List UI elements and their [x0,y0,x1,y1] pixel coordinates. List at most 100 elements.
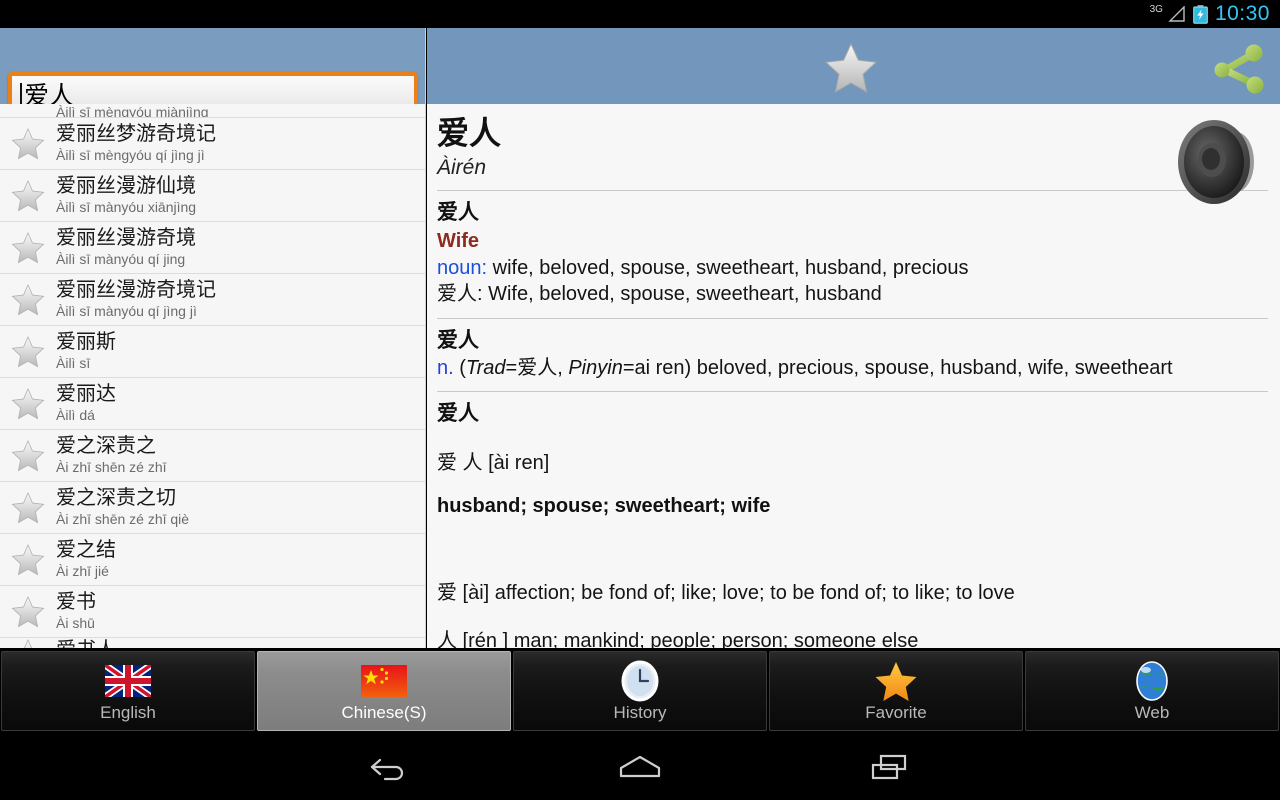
list-item-hanzi: 爱丽达 [56,382,116,405]
list-item-hanzi: 爱之深责之切 [56,486,176,509]
divider [437,318,1268,320]
tab-favorite[interactable]: Favorite [769,651,1023,731]
favorite-star-icon[interactable] [0,335,56,368]
list-item[interactable]: 爱书 Ài shū [0,586,425,638]
tab-label: Chinese(S) [341,703,427,722]
status-bar: 3G 10:30 [0,0,1280,28]
list-item-text: 爱之深责之 Ài zhī shēn zé zhī [56,435,167,476]
list-item-hanzi: 爱之深责之 [56,434,156,457]
divider [437,190,1268,192]
list-item-hanzi: 爱之结 [56,538,116,561]
favorite-star-icon[interactable] [0,638,56,648]
definition-block-1: 爱人 Wife noun: wife, beloved, spouse, swe… [437,199,1268,308]
tab-bar: English Chinese(S) History Favorite Web [0,649,1280,733]
list-item[interactable]: 爱丽丝漫游仙境 Àilì sī mànyóu xiānjìng [0,170,425,222]
favorite-star-icon[interactable] [0,387,56,420]
list-item[interactable]: 爱之深责之切 Ài zhī shēn zé zhī qiè [0,482,425,534]
definition-block-3-hanzi: 爱人 [437,402,479,426]
home-icon[interactable] [605,744,675,790]
share-button[interactable] [1208,44,1268,94]
list-item[interactable]: 爱书人 [0,638,425,648]
list-item-text: 爱书人 [56,638,116,648]
definition-block-1-title: Wife [437,229,480,252]
status-bar-right: 3G 10:30 [1150,2,1280,26]
list-item[interactable]: 爱丽达 Àilì dá [0,378,425,430]
tab-english[interactable]: English [1,651,255,731]
signal-triangle-icon [1168,6,1186,22]
back-icon[interactable] [355,744,425,790]
list-item[interactable]: 爱丽丝漫游奇境 Àilì sī mànyóu qí jing [0,222,425,274]
character-gloss-2: 人 [rén ] man; mankind; people; person; s… [437,629,919,648]
definition-text: wife, beloved, spouse, sweetheart, husba… [487,256,969,279]
tab-label: Web [1134,703,1170,722]
list-item-hanzi: 爱书 [56,590,96,613]
part-of-speech-label: noun: [437,256,488,279]
definition-block-2-line: n. (Trad=爱人, Pinyin=ai ren) beloved, pre… [437,355,1268,382]
network-type-label: 3G [1149,3,1163,15]
pinyin-value: =ai ren) [622,356,692,379]
list-item-pinyin: Ài shū [56,614,95,631]
favorite-star-icon[interactable] [0,231,56,264]
list-item-text: 爱丽丝梦游奇境记 Àilì sī mèngyóu qí jìng jì [56,123,216,164]
favorite-star-icon[interactable] [0,283,56,316]
favorite-star-icon[interactable] [0,543,56,576]
list-item-text: 爱丽达 Àilì dá [56,383,116,424]
pinyin-label: Pinyin [568,356,623,379]
globe-icon [1134,658,1170,704]
list-item-pinyin: Àilì sī mànyóu xiānjìng [56,198,197,215]
star-filled-icon [874,658,918,704]
list-item-hanzi: 爱书人 [56,639,116,648]
list-item[interactable]: 爱之深责之 Ài zhī shēn zé zhī [0,430,425,482]
favorite-star-icon[interactable] [0,439,56,472]
list-item-text: 爱丽丝漫游奇境记 Àilì sī mànyóu qí jìng jì [56,279,216,320]
definition-hanzi-inline: 爱人 [437,283,477,306]
favorite-star-icon[interactable] [0,491,56,524]
tab-label: English [100,703,156,722]
list-item-text: 爱丽丝漫游奇境 Àilì sī mànyóu qí jing [56,227,196,268]
favorite-star-icon[interactable] [0,595,56,628]
list-item-text: Àilì sī mèngyóu miànjìng [56,104,209,117]
divider [437,391,1268,393]
tab-chineses[interactable]: Chinese(S) [257,651,511,731]
list-item[interactable]: Àilì sī mèngyóu miànjìng [0,104,425,118]
list-item-hanzi: 爱丽丝漫游仙境 [56,174,196,197]
definition-block-1-line-2: 爱人: Wife, beloved, spouse, sweetheart, h… [437,281,1268,308]
definition-text: : Wife, beloved, spouse, sweetheart, hus… [477,283,882,306]
tab-web[interactable]: Web [1025,651,1279,731]
list-item-hanzi: 爱丽丝梦游奇境记 [56,122,216,145]
definition-block-3: 爱人 爱 人 [ài ren] husband; spouse; sweethe… [437,400,1268,648]
uk-flag-icon [105,658,151,704]
list-item-text: 爱之结 Ài zhī jié [56,539,116,580]
list-item[interactable]: 爱之结 Ài zhī jié [0,534,425,586]
list-item[interactable]: 爱丽斯 Àilì sī [0,326,425,378]
china-flag-icon [361,658,407,704]
definition-block-2-hanzi: 爱人 [437,329,479,353]
list-item-pinyin: Ài zhī shēn zé zhī qiè [56,510,190,527]
list-item-pinyin: Ài zhī shēn zé zhī [56,458,167,475]
tab-history[interactable]: History [513,651,767,731]
paren-open: ( [453,356,466,379]
trad-value: =爱人, [505,356,569,379]
favorite-star-icon[interactable] [0,179,56,212]
favorite-star-button[interactable] [823,41,879,95]
list-item-hanzi: 爱丽斯 [56,330,116,353]
list-item-hanzi: 爱丽丝漫游奇境 [56,226,196,249]
recents-icon[interactable] [855,744,925,790]
list-item-text: 爱丽丝漫游仙境 Àilì sī mànyóu xiānjìng [56,175,196,216]
headword-pinyin: Àirén [437,156,487,180]
part-of-speech-label: n. [437,356,454,379]
word-list[interactable]: Àilì sī mèngyóu miànjìng 爱丽丝梦游奇境记 Àilì s… [0,104,426,648]
speaker-icon[interactable] [1170,112,1270,210]
list-item[interactable]: 爱丽丝梦游奇境记 Àilì sī mèngyóu qí jìng jì [0,118,425,170]
list-item-pinyin: Àilì sī [56,354,91,371]
clock-icon [620,658,660,704]
favorite-star-icon[interactable] [0,127,56,160]
action-bar [427,28,1280,104]
list-item-pinyin: Àilì sī mànyóu qí jìng jì [56,302,197,319]
list-item[interactable]: 爱丽丝漫游奇境记 Àilì sī mànyóu qí jìng jì [0,274,425,326]
definition-pane: 爱人 Àirén 爱人 Wife noun: wife, beloved, sp… [427,104,1280,648]
list-item-pinyin: Àilì sī mànyóu qí jing [56,250,186,267]
list-item-text: 爱丽斯 Àilì sī [56,331,116,372]
list-item-pinyin: Àilì dá [56,406,95,423]
list-item-pinyin: Àilì sī mèngyóu qí jìng jì [56,146,205,163]
